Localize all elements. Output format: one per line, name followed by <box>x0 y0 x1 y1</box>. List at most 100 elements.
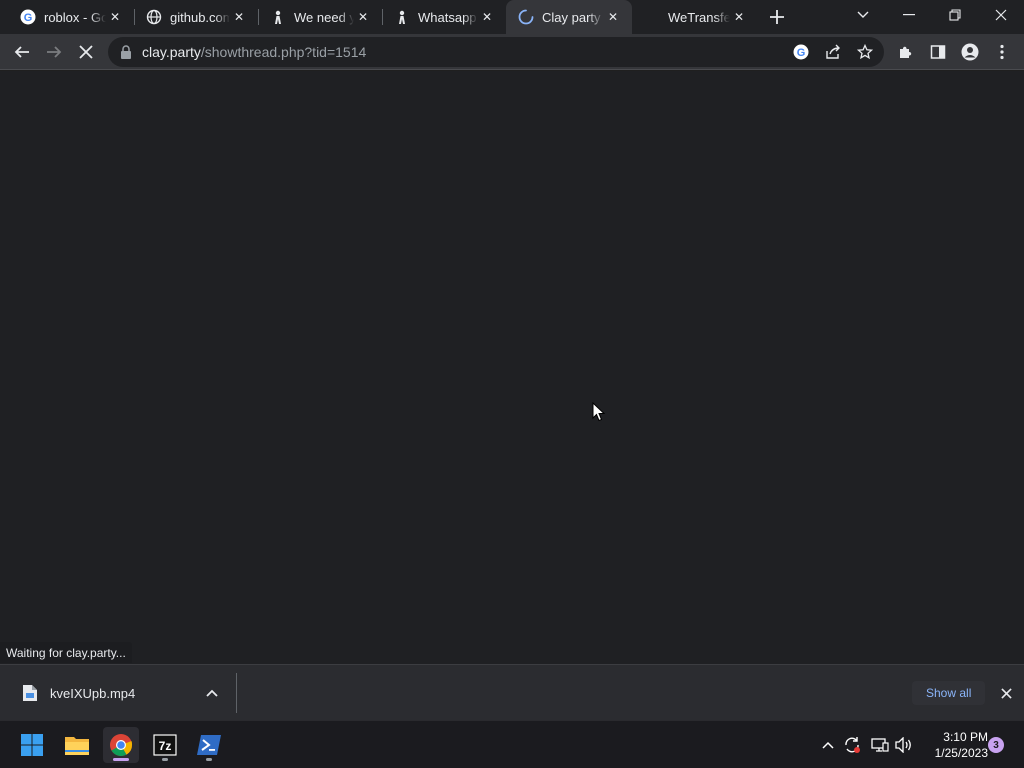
tab-whatsapp[interactable]: Whatsapp ✕ <box>382 0 506 34</box>
stop-loading-button[interactable] <box>72 38 100 66</box>
svg-text:7z: 7z <box>159 739 172 753</box>
tab-clay-party[interactable]: Clay party ✕ <box>506 0 632 34</box>
address-bar[interactable]: clay.party/showthread.php?tid=1514 G <box>108 37 884 67</box>
back-button[interactable] <box>8 38 36 66</box>
tab-title: Whatsapp <box>418 9 477 25</box>
loading-spinner-icon <box>518 9 534 25</box>
chevron-down-icon <box>857 11 869 18</box>
clock-date: 1/25/2023 <box>934 746 988 760</box>
side-panel-button[interactable] <box>924 38 952 66</box>
status-bubble: Waiting for clay.party... <box>0 642 132 663</box>
url-text: clay.party/showthread.php?tid=1514 <box>142 44 366 60</box>
bookmark-star-icon[interactable] <box>856 43 874 61</box>
url-path: /showthread.php?tid=1514 <box>200 44 367 60</box>
show-hidden-icons-button[interactable] <box>818 735 838 755</box>
arrow-right-icon <box>47 46 62 58</box>
tab-title: We need your help <box>294 9 354 25</box>
chrome-button[interactable] <box>103 727 139 763</box>
file-explorer-icon <box>65 737 89 755</box>
close-window-button[interactable] <box>978 0 1024 30</box>
svg-text:G: G <box>24 12 33 24</box>
restore-button[interactable] <box>932 0 978 30</box>
page-content[interactable] <box>0 71 1024 664</box>
google-icon: G <box>20 9 36 25</box>
network-icon <box>871 738 889 752</box>
tab-search-button[interactable] <box>840 0 886 30</box>
puzzle-icon <box>900 46 912 58</box>
svg-text:G: G <box>797 47 806 59</box>
tab-we-need[interactable]: We need your help ✕ <box>258 0 382 34</box>
sync-tray-button[interactable] <box>842 735 862 755</box>
shelf-divider <box>236 673 237 713</box>
tab-github[interactable]: github.com ✕ <box>134 0 258 34</box>
figure-icon <box>394 9 410 25</box>
download-options-button[interactable] <box>200 681 224 705</box>
sync-icon <box>845 737 860 753</box>
file-icon <box>23 685 37 701</box>
minimize-icon <box>903 14 915 16</box>
powershell-icon <box>197 735 221 755</box>
arrow-left-icon <box>14 46 29 58</box>
kebab-menu-icon <box>1000 44 1004 60</box>
windows-taskbar: 7z 3:10 PM 1/25/2023 3 <box>0 720 1024 768</box>
close-icon <box>995 9 1007 21</box>
tab-roblox[interactable]: G roblox - Google Search ✕ <box>8 0 134 34</box>
network-button[interactable] <box>870 735 890 755</box>
close-tab-icon[interactable]: ✕ <box>604 8 622 26</box>
tab-strip: G roblox - Google Search ✕ github.com ✕ … <box>0 0 1024 34</box>
menu-button[interactable] <box>988 38 1016 66</box>
close-tab-icon[interactable]: ✕ <box>230 8 248 26</box>
system-clock[interactable]: 3:10 PM 1/25/2023 <box>920 729 988 761</box>
stop-x-icon <box>79 45 93 59</box>
google-lens-icon[interactable]: G <box>792 43 810 61</box>
file-explorer-button[interactable] <box>59 727 95 763</box>
avatar-icon <box>961 43 979 61</box>
close-icon <box>1000 687 1012 699</box>
restore-icon <box>949 9 961 21</box>
chevron-up-icon <box>206 689 218 697</box>
browser-toolbar: clay.party/showthread.php?tid=1514 G <box>0 34 1024 70</box>
close-tab-icon[interactable]: ✕ <box>730 8 748 26</box>
powershell-button[interactable] <box>191 727 227 763</box>
running-app-indicator <box>162 758 168 761</box>
share-icon[interactable] <box>824 43 842 61</box>
tab-title: roblox - Google Search <box>44 9 106 25</box>
chevron-up-icon <box>822 741 834 749</box>
tab-wetransfer[interactable]: WeTransfer ✕ <box>632 0 758 34</box>
download-shelf: kveIXUpb.mp4 Show all <box>0 664 1024 720</box>
7zip-button[interactable]: 7z <box>147 727 183 763</box>
minimize-button[interactable] <box>886 0 932 30</box>
start-button[interactable] <box>14 727 50 763</box>
new-tab-button[interactable] <box>764 5 790 29</box>
tab-title: WeTransfer <box>668 9 730 25</box>
active-app-indicator <box>113 758 129 761</box>
blank-favicon-icon <box>644 9 660 25</box>
globe-icon <box>146 9 162 25</box>
clock-time: 3:10 PM <box>943 730 988 744</box>
notification-badge[interactable]: 3 <box>988 737 1004 753</box>
download-filename: kveIXUpb.mp4 <box>50 685 136 701</box>
extensions-button[interactable] <box>892 38 920 66</box>
side-panel-icon <box>930 45 946 59</box>
profile-button[interactable] <box>956 38 984 66</box>
lock-icon <box>118 44 134 60</box>
close-shelf-button[interactable] <box>994 681 1018 705</box>
url-host: clay.party <box>142 44 201 60</box>
running-app-indicator <box>206 758 212 761</box>
plus-icon <box>770 10 784 24</box>
tab-title: github.com <box>170 9 230 25</box>
close-tab-icon[interactable]: ✕ <box>478 8 496 26</box>
close-tab-icon[interactable]: ✕ <box>354 8 372 26</box>
windows-start-icon <box>21 734 43 756</box>
7zip-icon: 7z <box>153 734 177 756</box>
show-all-button[interactable]: Show all <box>912 681 986 705</box>
speaker-icon <box>895 737 911 753</box>
close-tab-icon[interactable]: ✕ <box>106 8 124 26</box>
forward-button[interactable] <box>40 38 68 66</box>
chrome-icon <box>110 734 133 756</box>
figure-icon <box>270 9 286 25</box>
tab-title: Clay party <box>542 9 601 25</box>
volume-button[interactable] <box>894 735 914 755</box>
mouse-cursor-icon <box>592 402 606 422</box>
download-item[interactable]: kveIXUpb.mp4 <box>8 671 228 715</box>
